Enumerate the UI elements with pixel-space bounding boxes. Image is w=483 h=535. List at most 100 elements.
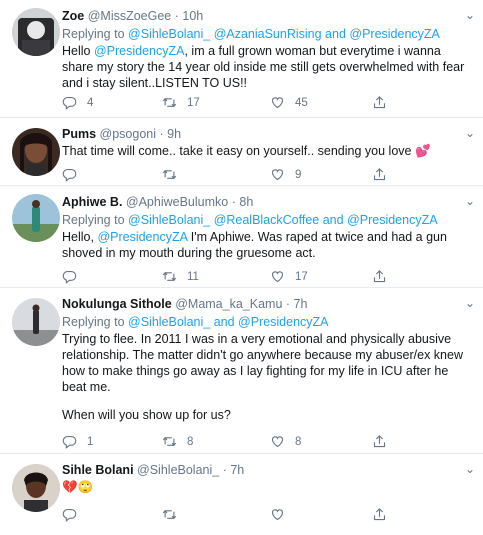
separator: · (231, 195, 236, 209)
share-button[interactable] (372, 507, 387, 525)
display-name[interactable]: Aphiwe B. (62, 195, 122, 209)
reply-mentions[interactable]: @SihleBolani_ @AzaniaSunRising and @Pres… (128, 27, 440, 41)
avatar[interactable] (12, 8, 60, 56)
tweet[interactable]: Nokulunga Sithole @Mama_ka_Kamu · 7h ⌄ R… (0, 288, 483, 454)
chevron-down-icon[interactable]: ⌄ (465, 296, 475, 310)
timestamp[interactable]: 10h (182, 9, 203, 23)
like-button[interactable]: 8 (270, 434, 301, 449)
retweet-icon (162, 269, 177, 284)
reply-button[interactable] (62, 507, 87, 522)
chevron-down-icon[interactable]: ⌄ (465, 126, 475, 140)
heart-icon (270, 167, 285, 182)
tweet[interactable]: Pums @psogoni · 9h ⌄ That time will come… (0, 118, 483, 186)
share-icon (372, 167, 387, 182)
like-count: 45 (295, 96, 308, 109)
avatar[interactable] (12, 464, 60, 512)
reply-count: 4 (87, 96, 94, 109)
reply-icon (62, 95, 77, 110)
reply-count: 1 (87, 435, 94, 448)
replying-to-label: Replying to (62, 315, 125, 329)
tweet-actions: 4 17 45 (62, 95, 382, 111)
tweet[interactable]: Sihle Bolani @SihleBolani_ · 7h ⌄ 💔🙄 (0, 454, 483, 535)
username[interactable]: @Mama_ka_Kamu (175, 297, 282, 311)
retweet-button[interactable] (162, 507, 187, 522)
retweet-button[interactable]: 8 (162, 434, 193, 449)
tweet-header: Pums @psogoni · 9h (62, 126, 473, 142)
retweet-count: 11 (187, 270, 199, 283)
share-button[interactable] (372, 269, 387, 287)
share-icon (372, 269, 387, 284)
chevron-down-icon[interactable]: ⌄ (465, 462, 475, 476)
reply-icon (62, 434, 77, 449)
display-name[interactable]: Nokulunga Sithole (62, 297, 172, 311)
heart-icon (270, 269, 285, 284)
tweet-actions: 1 8 8 (62, 434, 382, 450)
username[interactable]: @MissZoeGee (88, 9, 172, 23)
retweet-icon (162, 167, 177, 182)
reply-button[interactable] (62, 167, 87, 182)
tweet-text-part: Hello (62, 44, 94, 58)
retweet-count: 8 (187, 435, 194, 448)
retweet-button[interactable]: 17 (162, 95, 200, 110)
tweet-text: Trying to flee. In 2011 I was in a very … (62, 332, 463, 394)
like-button[interactable] (270, 507, 295, 522)
reply-button[interactable] (62, 269, 87, 284)
tweet-actions: 11 17 (62, 269, 382, 285)
avatar[interactable] (12, 298, 60, 346)
chevron-down-icon[interactable]: ⌄ (465, 8, 475, 22)
avatar[interactable] (12, 128, 60, 176)
timestamp[interactable]: 7h (294, 297, 308, 311)
timestamp[interactable]: 8h (239, 195, 253, 209)
reply-icon (62, 167, 77, 182)
share-icon (372, 507, 387, 522)
tweet-text: 💔🙄 (62, 480, 94, 494)
timestamp[interactable]: 7h (230, 463, 244, 477)
like-button[interactable]: 45 (270, 95, 308, 110)
tweet-text: Hello, @PresidencyZA I'm Aphiwe. Was rap… (62, 229, 473, 261)
replying-to: Replying to @SihleBolani_ and @Presidenc… (62, 314, 473, 330)
username[interactable]: @psogoni (100, 127, 156, 141)
reply-icon (62, 507, 77, 522)
share-icon (372, 434, 387, 449)
tweet[interactable]: Aphiwe B. @AphiweBulumko · 8h ⌄ Replying… (0, 186, 483, 288)
share-button[interactable] (372, 167, 387, 185)
like-button[interactable]: 17 (270, 269, 308, 284)
heart-icon (270, 95, 285, 110)
share-button[interactable] (372, 95, 387, 113)
reply-mentions[interactable]: @SihleBolani_ @RealBlackCoffee and @Pres… (128, 213, 438, 227)
mention-link[interactable]: @PresidencyZA (97, 230, 187, 244)
chevron-down-icon[interactable]: ⌄ (465, 194, 475, 208)
tweet-header: Nokulunga Sithole @Mama_ka_Kamu · 7h (62, 296, 473, 312)
display-name[interactable]: Zoe (62, 9, 84, 23)
share-button[interactable] (372, 434, 387, 452)
tweet-actions: 9 (62, 167, 382, 183)
separator: · (285, 297, 291, 311)
replying-to: Replying to @SihleBolani_ @RealBlackCoff… (62, 212, 473, 228)
replying-to-label: Replying to (62, 213, 125, 227)
retweet-button[interactable]: 11 (162, 269, 199, 284)
like-button[interactable]: 9 (270, 167, 301, 182)
timestamp[interactable]: 9h (167, 127, 181, 141)
retweet-button[interactable] (162, 167, 187, 182)
reply-mentions[interactable]: @SihleBolani_ and @PresidencyZA (128, 315, 328, 329)
avatar[interactable] (12, 194, 60, 242)
display-name[interactable]: Sihle Bolani (62, 463, 134, 477)
username[interactable]: @AphiweBulumko (126, 195, 228, 209)
tweet-text: Hello @PresidencyZA, im a full grown wom… (62, 43, 473, 91)
separator: · (159, 127, 164, 141)
reply-icon (62, 269, 77, 284)
mention-link[interactable]: @PresidencyZA (94, 44, 185, 58)
username[interactable]: @SihleBolani_ (137, 463, 219, 477)
reply-button[interactable]: 4 (62, 95, 93, 110)
heart-icon (270, 507, 285, 522)
retweet-icon (162, 507, 177, 522)
reply-button[interactable]: 1 (62, 434, 93, 449)
tweet-header: Aphiwe B. @AphiweBulumko · 8h (62, 194, 473, 210)
tweet-text: That time will come.. take it easy on yo… (62, 144, 431, 158)
tweet[interactable]: Zoe @MissZoeGee · 10h ⌄ Replying to @Sih… (0, 0, 483, 118)
display-name[interactable]: Pums (62, 127, 96, 141)
retweet-count: 17 (187, 96, 200, 109)
tweet-header: Sihle Bolani @SihleBolani_ · 7h (62, 462, 473, 478)
retweet-icon (162, 95, 177, 110)
separator: · (222, 463, 227, 477)
